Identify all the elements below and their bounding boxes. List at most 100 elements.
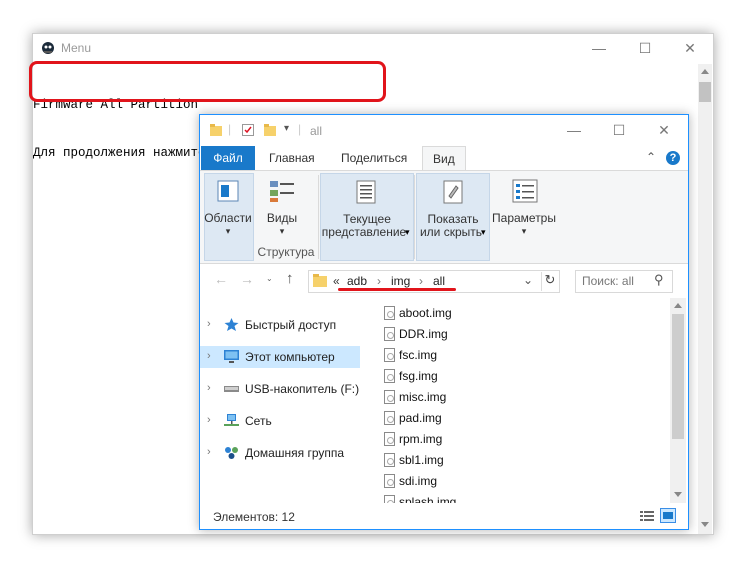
- status-bar: Элементов: 12: [200, 505, 688, 529]
- file-row[interactable]: splash.img: [382, 493, 662, 503]
- current-view-button[interactable]: Текущее представление ▾: [320, 173, 414, 261]
- scroll-up-icon[interactable]: [674, 303, 682, 308]
- nav-label: Сеть: [245, 414, 272, 428]
- explorer-minimize-button[interactable]: —: [551, 115, 597, 145]
- current-view-icon: [356, 180, 376, 204]
- new-folder-icon[interactable]: [264, 124, 276, 136]
- console-scroll-thumb[interactable]: [699, 82, 711, 102]
- file-row[interactable]: misc.img: [382, 388, 662, 409]
- file-icon: [384, 369, 395, 383]
- refresh-icon[interactable]: ↻: [541, 272, 558, 291]
- file-list: aboot.img DDR.img fsc.img fsg.img misc.i…: [382, 300, 672, 503]
- file-row[interactable]: DDR.img: [382, 325, 662, 346]
- file-name: sdi.img: [399, 474, 438, 488]
- nav-item-quick-access[interactable]: › Быстрый доступ: [200, 314, 360, 336]
- console-title: Menu: [61, 41, 92, 55]
- search-input[interactable]: Поиск: all ⚲: [575, 270, 673, 293]
- file-icon: [384, 453, 395, 467]
- address-folder-icon: [313, 274, 327, 287]
- scroll-down-icon[interactable]: [674, 492, 682, 497]
- ribbon: Области ▾ Виды ▾ Структура Текущее предс…: [200, 170, 688, 264]
- nav-item-network[interactable]: › Сеть: [200, 410, 360, 432]
- options-dropdown-icon: ▾: [521, 226, 527, 236]
- folder-icon: [210, 124, 222, 136]
- file-name: aboot.img: [399, 306, 452, 320]
- collapse-ribbon-icon[interactable]: ⌃: [646, 150, 656, 164]
- console-close-button[interactable]: ✕: [667, 34, 713, 62]
- file-list-scrollbar[interactable]: [670, 298, 686, 503]
- file-row[interactable]: sbl1.img: [382, 451, 662, 472]
- breadcrumb-img[interactable]: img: [391, 274, 410, 288]
- file-row[interactable]: sdi.img: [382, 472, 662, 493]
- file-icon: [384, 495, 395, 503]
- tab-view[interactable]: Вид: [422, 146, 466, 171]
- nav-label: Быстрый доступ: [245, 318, 337, 332]
- show-hide-label-2: или скрыть: [419, 225, 483, 239]
- file-icon: [384, 432, 395, 446]
- file-row[interactable]: pad.img: [382, 409, 662, 430]
- file-row[interactable]: aboot.img: [382, 304, 662, 325]
- file-name: pad.img: [399, 411, 442, 425]
- back-button[interactable]: ←: [214, 271, 228, 287]
- nav-item-usb-drive[interactable]: › USB-накопитель (F:): [200, 378, 360, 400]
- large-icons-view-icon[interactable]: [660, 508, 676, 523]
- file-name: fsg.img: [399, 369, 438, 383]
- ribbon-separator: [318, 175, 319, 259]
- navigation-pane: › Быстрый доступ › Этот компьютер › USB-…: [200, 298, 362, 503]
- console-titlebar[interactable]: Menu — ☐ ✕: [33, 34, 713, 62]
- tab-file[interactable]: Файл: [201, 146, 255, 170]
- tab-home[interactable]: Главная: [259, 146, 325, 170]
- console-minimize-button[interactable]: —: [576, 34, 622, 62]
- file-row[interactable]: rpm.img: [382, 430, 662, 451]
- panes-button[interactable]: Области ▾: [204, 173, 252, 259]
- chevron-right-icon[interactable]: ›: [207, 318, 211, 330]
- file-name: rpm.img: [399, 432, 443, 446]
- breadcrumb-separator: ›: [419, 274, 423, 288]
- views-button[interactable]: Виды ▾: [258, 173, 306, 243]
- chevron-right-icon[interactable]: ›: [207, 414, 211, 426]
- chevron-right-icon[interactable]: ›: [207, 382, 211, 394]
- explorer-close-button[interactable]: ✕: [641, 115, 687, 145]
- up-button[interactable]: ↑: [286, 270, 294, 287]
- views-icon: [270, 181, 294, 202]
- structure-group-label: Структура: [257, 245, 315, 259]
- qat-dropdown-icon[interactable]: ▾: [284, 123, 289, 134]
- explorer-maximize-button[interactable]: ☐: [596, 115, 642, 145]
- details-view-icon[interactable]: [640, 510, 654, 522]
- search-icon[interactable]: ⚲: [654, 272, 664, 288]
- chevron-right-icon[interactable]: ›: [207, 350, 211, 362]
- address-dropdown-icon[interactable]: ⌄: [523, 273, 533, 287]
- computer-icon: [224, 350, 239, 363]
- options-button[interactable]: Параметры ▾: [492, 173, 556, 253]
- scroll-up-icon[interactable]: [701, 69, 709, 74]
- recent-locations-icon[interactable]: ⌄: [266, 274, 273, 283]
- console-maximize-button[interactable]: ☐: [622, 34, 668, 62]
- help-icon[interactable]: ?: [666, 151, 680, 165]
- file-row[interactable]: fsg.img: [382, 367, 662, 388]
- scroll-down-icon[interactable]: [701, 522, 709, 527]
- nav-label: Домашняя группа: [245, 446, 345, 460]
- console-scrollbar[interactable]: [698, 64, 712, 534]
- file-row[interactable]: fsc.img: [382, 346, 662, 367]
- current-view-label-2: представление: [321, 225, 407, 239]
- file-list-scroll-thumb[interactable]: [672, 314, 684, 439]
- show-hide-button[interactable]: Показать или скрыть ▾: [416, 173, 490, 261]
- chevron-right-icon[interactable]: ›: [207, 446, 211, 458]
- breadcrumb-overflow[interactable]: «: [333, 274, 340, 288]
- tab-share[interactable]: Поделиться: [331, 146, 417, 170]
- nav-item-this-pc[interactable]: › Этот компьютер: [200, 346, 360, 368]
- file-icon: [384, 327, 395, 341]
- nav-item-homegroup[interactable]: › Домашняя группа: [200, 442, 360, 464]
- file-icon: [384, 348, 395, 362]
- breadcrumb-separator: ›: [377, 274, 381, 288]
- breadcrumb-all[interactable]: all: [433, 274, 445, 288]
- explorer-titlebar[interactable]: | ▾ | all — ☐ ✕: [200, 115, 688, 145]
- breadcrumb-adb[interactable]: adb: [347, 274, 367, 288]
- file-icon: [384, 474, 395, 488]
- file-name: DDR.img: [399, 327, 448, 341]
- show-hide-icon: [443, 180, 463, 204]
- ribbon-tabs: Файл Главная Поделиться Вид ⌃ ?: [200, 146, 688, 171]
- forward-button[interactable]: →: [240, 271, 254, 287]
- properties-icon[interactable]: [242, 124, 254, 136]
- star-icon: [224, 318, 239, 331]
